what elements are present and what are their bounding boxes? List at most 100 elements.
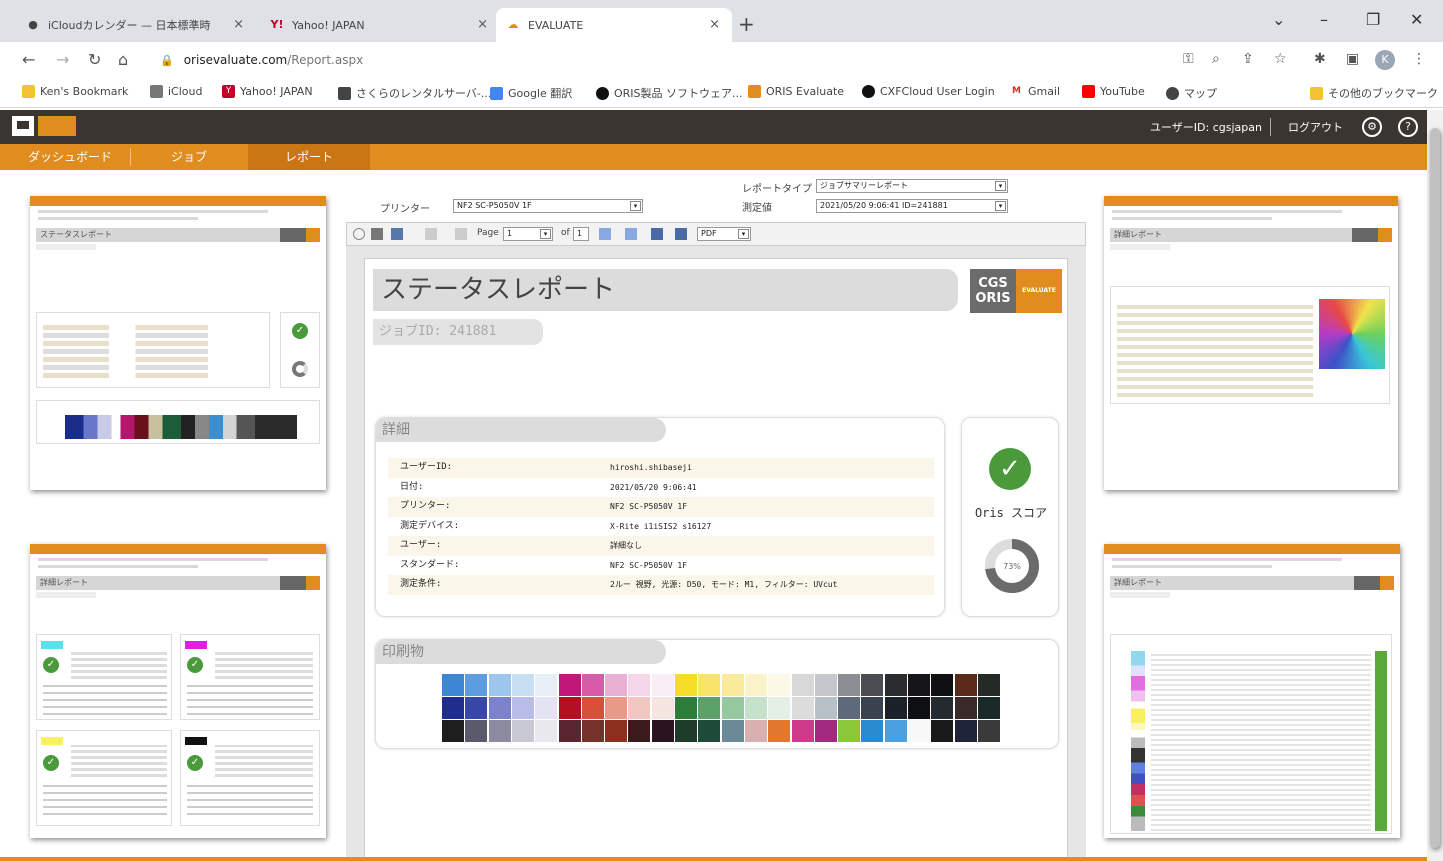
sidebar-icon[interactable]: ▣ (1346, 51, 1359, 67)
thumb-title: ステータスレポート (36, 228, 320, 242)
score-ring-icon (292, 361, 308, 377)
printer-label: プリンター (380, 204, 430, 215)
bookmark-youtube[interactable]: YouTube (1082, 85, 1145, 98)
key-icon[interactable]: ⚿ (1183, 51, 1194, 67)
reload-icon[interactable]: ↻ (88, 50, 101, 69)
profile-avatar[interactable]: K (1375, 50, 1395, 70)
new-tab-icon[interactable]: + (738, 12, 755, 36)
detail-value: NF2 SC-P5050V 1F (610, 560, 688, 570)
color-patch (628, 674, 651, 696)
prev-page-icon[interactable] (455, 228, 467, 240)
thumbnail-detail-report-a[interactable]: 詳細レポート ✓ ✓ ✓ ✓ (30, 544, 326, 838)
bookmark-yahoo[interactable]: Y Yahoo! JAPAN (222, 85, 313, 98)
thumb-logo (1352, 228, 1392, 242)
color-patch (977, 720, 1000, 742)
menu-icon[interactable]: ⋮ (1412, 51, 1426, 67)
thumb-logo (280, 576, 320, 590)
close-icon[interactable]: × (477, 17, 488, 32)
bookmark-label: マップ (1184, 87, 1217, 100)
help-icon[interactable]: ? (1398, 117, 1418, 137)
print-icon[interactable] (371, 228, 383, 240)
color-patch (511, 674, 534, 696)
bookmark-other[interactable]: その他のブックマーク (1310, 85, 1438, 101)
detail-value: 詳細なし (610, 541, 642, 550)
settings-icon[interactable]: ⚙ (1362, 117, 1382, 137)
first-page-icon[interactable] (425, 228, 437, 240)
measure-select-value: 2021/05/20 9:06:41 ID=241881 (820, 201, 948, 210)
close-window-icon[interactable]: ✕ (1410, 10, 1423, 29)
thumb-title-text: 詳細レポート (1114, 230, 1162, 239)
bookmark-label: その他のブックマーク (1328, 87, 1438, 100)
close-icon[interactable]: × (709, 17, 720, 32)
app-logo[interactable] (12, 116, 34, 136)
printer-select[interactable]: NF2 SC-P5050V 1F ▾ (453, 199, 643, 213)
save-icon[interactable] (651, 228, 663, 240)
bookmark-gmail[interactable]: M Gmail (1010, 85, 1060, 98)
print-preview-icon[interactable] (391, 228, 403, 240)
color-patch (651, 720, 674, 742)
color-patch (814, 674, 837, 696)
refresh-icon[interactable] (353, 228, 365, 240)
extensions-icon[interactable]: ✱ (1314, 51, 1326, 67)
minimize-icon[interactable]: – (1320, 10, 1328, 29)
thumbnail-status-report[interactable]: ステータスレポート ✓ (30, 196, 326, 490)
color-patch (698, 674, 721, 696)
thumbnail-detail-report-b[interactable]: 詳細レポート (1104, 196, 1398, 490)
url-field[interactable]: 🔒 orisevaluate.com/Report.aspx (150, 47, 1160, 73)
detail-value: 2021/05/20 9:06:41 (610, 482, 697, 492)
thumb-jobid (36, 244, 96, 250)
job-id: ジョブID: 241881 (373, 319, 543, 345)
bookmark-maps[interactable]: マップ (1166, 85, 1217, 101)
thumbnail-detail-report-c[interactable]: 詳細レポート (1104, 544, 1400, 838)
tab-evaluate[interactable]: ☁ EVALUATE × (496, 8, 732, 42)
color-patch (721, 674, 744, 696)
detail-row: プリンター: NF2 SC-P5050V 1F (388, 497, 934, 517)
url-path: /Report.aspx (287, 53, 364, 67)
chevron-down-icon: ▾ (738, 229, 749, 239)
report-type-label: レポートタイプ (742, 184, 812, 195)
next-page-icon[interactable] (599, 228, 611, 240)
check-icon: ✓ (187, 657, 203, 673)
export-format-select[interactable]: PDF ▾ (697, 227, 751, 241)
home-icon[interactable]: ⌂ (118, 50, 128, 69)
page-total: 1 (573, 227, 589, 241)
oris-score-label: Oris スコア (974, 506, 1048, 520)
color-patch (931, 674, 954, 696)
close-icon[interactable]: × (233, 17, 244, 32)
detail-table: ユーザーID: hiroshi.shibaseji 日付: 2021/05/20 9:… (388, 458, 934, 595)
page-scrollbar[interactable] (1427, 110, 1443, 861)
share-icon[interactable]: ⇪ (1242, 51, 1254, 67)
page-number-input[interactable]: 1 ▾ (503, 227, 553, 241)
bookmark-oris-evaluate[interactable]: ORIS Evaluate (748, 85, 844, 98)
bookmark-kens[interactable]: Ken's Bookmark (22, 85, 128, 98)
back-icon[interactable]: ← (22, 50, 35, 69)
tab-yahoo[interactable]: Y! Yahoo! JAPAN × (260, 8, 500, 42)
bookmark-google-translate[interactable]: Google 翻訳 (490, 85, 572, 101)
nav-reports[interactable]: レポート (248, 144, 370, 170)
yahoo-icon: Y! (270, 18, 284, 31)
export-icon[interactable] (675, 228, 687, 240)
last-page-icon[interactable] (625, 228, 637, 240)
bookmark-icloud[interactable]: iCloud (150, 85, 202, 98)
scrollbar-thumb[interactable] (1430, 128, 1440, 848)
tab-icloud-calendar[interactable]: ● iCloudカレンダー — 日本標準時 × (16, 8, 256, 42)
bookmark-oris-products[interactable]: ORIS製品 ソフトウェア... (596, 85, 743, 101)
bookmark-cxfcloud[interactable]: CXFCloud User Login (862, 85, 995, 98)
star-icon[interactable]: ☆ (1274, 51, 1287, 67)
check-icon: ✓ (989, 448, 1031, 490)
bookmark-sakura[interactable]: さくらのレンタルサーバ-... (338, 85, 491, 101)
thumb-gamut-chart (1319, 299, 1385, 369)
detail-value: X-Rite i1iSIS2 s16127 (610, 521, 712, 531)
forward-icon[interactable]: → (56, 50, 69, 69)
measure-select[interactable]: 2021/05/20 9:06:41 ID=241881 ▾ (816, 199, 1008, 213)
tab-search-icon[interactable]: ⌄ (1272, 10, 1285, 29)
nav-jobs[interactable]: ジョブ (130, 144, 248, 170)
color-patch (744, 720, 767, 742)
bookmark-label: Google 翻訳 (508, 87, 573, 100)
nav-dashboard[interactable]: ダッシュボード (10, 144, 130, 170)
restore-icon[interactable]: ❐ (1366, 10, 1380, 29)
zoom-icon[interactable]: ⌕ (1212, 51, 1220, 67)
report-type-select[interactable]: ジョブサマリーレポート ▾ (816, 179, 1008, 193)
logout-link[interactable]: ログアウト (1288, 119, 1343, 135)
color-patch (535, 674, 558, 696)
